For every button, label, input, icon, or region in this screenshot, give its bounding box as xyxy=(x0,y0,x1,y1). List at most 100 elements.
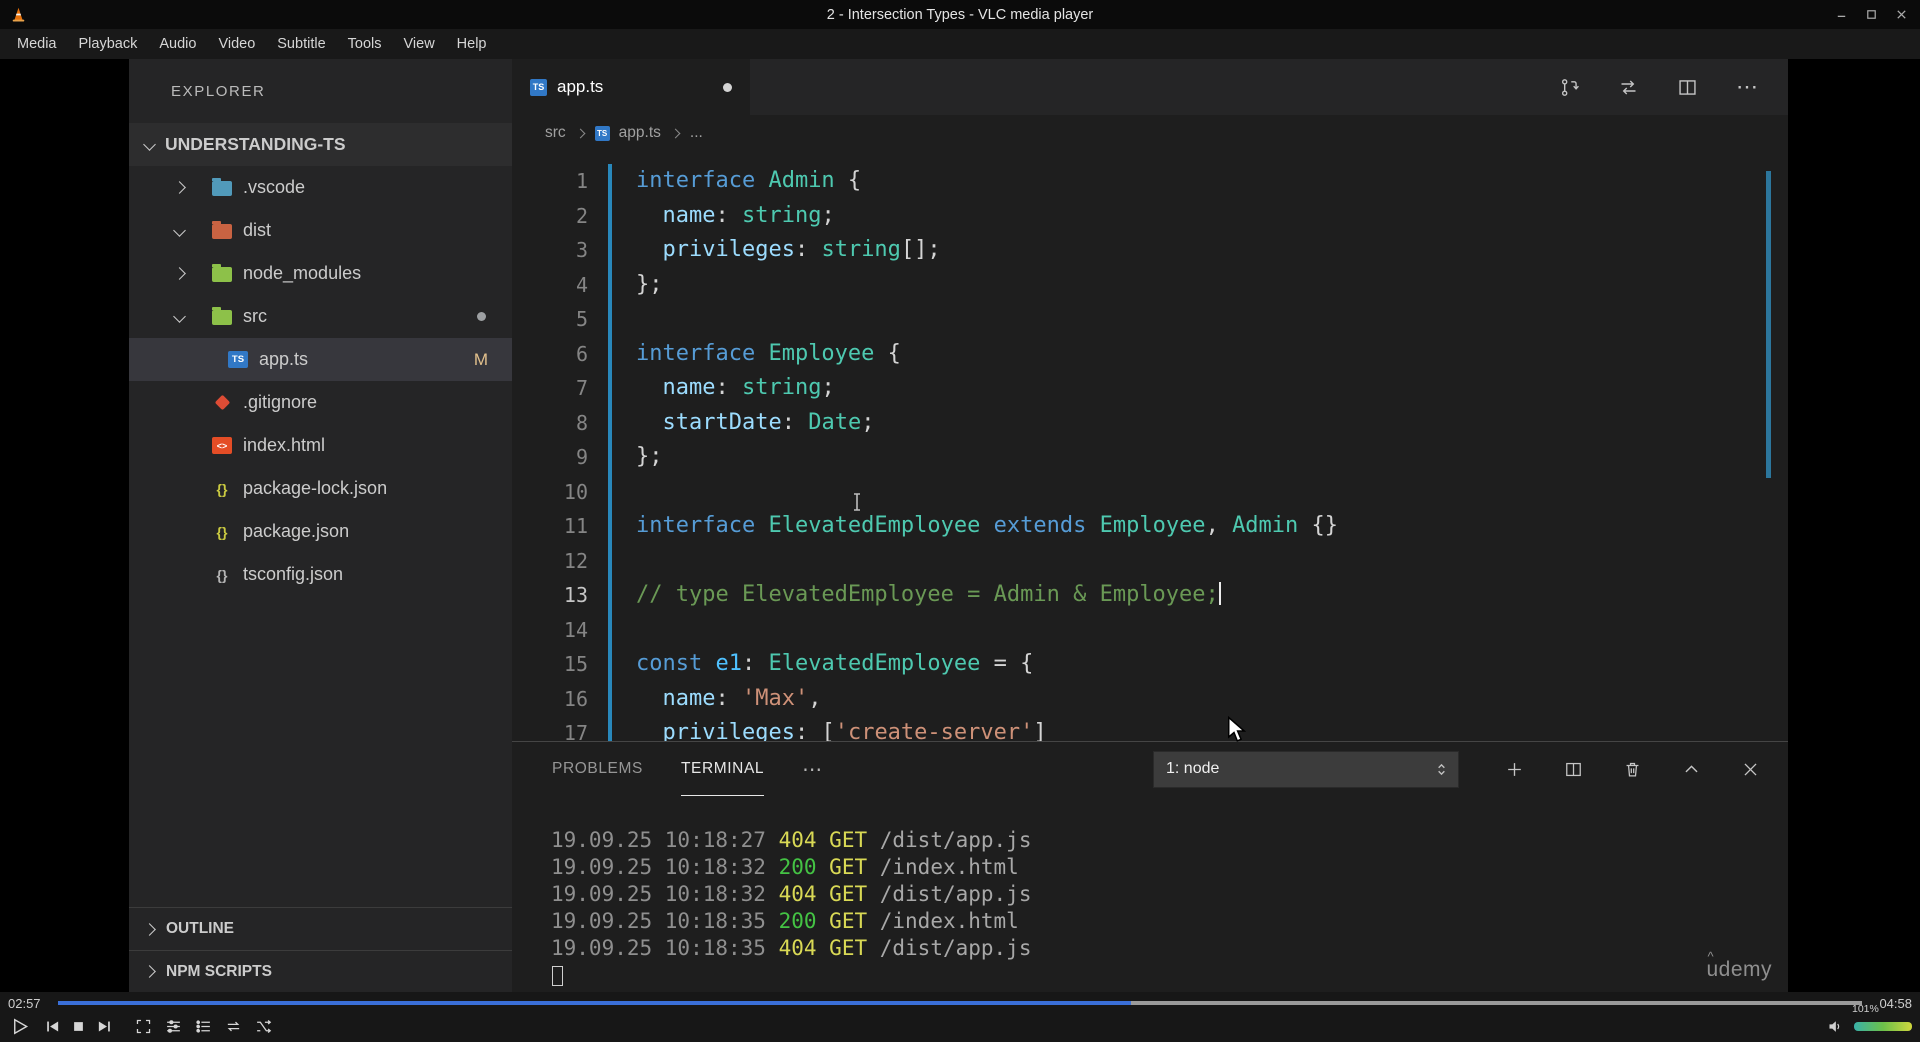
next-button[interactable] xyxy=(93,1015,116,1039)
code-text: name: string; xyxy=(662,202,835,228)
code-text: startDate: Date; xyxy=(662,409,875,435)
file-label: dist xyxy=(243,220,272,240)
json-icon: {} xyxy=(216,523,228,540)
transport-row: 101% xyxy=(0,1003,1920,1042)
code-line[interactable]: 2 name: string; xyxy=(512,198,1788,233)
tab-app-ts[interactable]: TS app.ts xyxy=(512,59,750,115)
file-label: package-lock.json xyxy=(243,478,388,498)
menu-view[interactable]: View xyxy=(393,29,446,59)
explorer-item-node_modules[interactable]: node_modules xyxy=(129,252,512,295)
stop-button[interactable] xyxy=(67,1015,90,1039)
section-outline[interactable]: OUTLINE xyxy=(129,907,512,950)
maximize-button[interactable] xyxy=(1862,6,1880,24)
new-terminal-button[interactable] xyxy=(1505,760,1524,779)
maximize-panel-button[interactable] xyxy=(1682,760,1701,779)
git-modified-badge: M xyxy=(473,349,488,369)
overview-ruler[interactable] xyxy=(1766,171,1771,478)
code-line[interactable]: 11 interface ElevatedEmployee extends Emp… xyxy=(512,509,1788,544)
loop-button[interactable] xyxy=(222,1015,245,1039)
code-line[interactable]: 15 const e1: ElevatedEmployee = { xyxy=(512,647,1788,682)
code-line[interactable]: 4}; xyxy=(512,267,1788,302)
code-text: // type ElevatedEmployee = Admin & Emplo… xyxy=(612,578,1222,613)
terminal-select[interactable]: 1: node xyxy=(1153,750,1459,788)
menu-subtitle[interactable]: Subtitle xyxy=(266,29,336,59)
explorer-root-folder[interactable]: UNDERSTANDING-TS xyxy=(129,123,512,166)
split-terminal-button[interactable] xyxy=(1564,760,1583,779)
menu-help[interactable]: Help xyxy=(446,29,498,59)
extended-settings-button[interactable] xyxy=(162,1015,185,1039)
explorer-tree: .vscode dist node_modulessrc TS app.ts M .giti… xyxy=(129,166,512,596)
close-button[interactable] xyxy=(1892,6,1910,24)
kill-terminal-button[interactable] xyxy=(1623,760,1642,779)
explorer-item-index.html[interactable]: <> index.html xyxy=(129,424,512,467)
tab-terminal[interactable]: TERMINAL xyxy=(680,742,765,796)
breadcrumb-folder[interactable]: src xyxy=(545,124,566,142)
menu-tools[interactable]: Tools xyxy=(337,29,393,59)
explorer-sidebar: EXPLORER UNDERSTANDING-TS .vscode dist nod… xyxy=(129,59,512,992)
file-label: node_modules xyxy=(243,263,362,283)
menu-playback[interactable]: Playback xyxy=(68,29,149,59)
chevron-right-icon xyxy=(670,128,681,138)
explorer-item-.vscode[interactable]: .vscode xyxy=(129,166,512,209)
explorer-item-tsconfig.json[interactable]: {} tsconfig.json xyxy=(129,553,512,596)
code-line[interactable]: 16 name: 'Max', xyxy=(512,681,1788,716)
code-line[interactable]: 8 startDate: Date; xyxy=(512,405,1788,440)
editor-actions: ⋯ xyxy=(1559,59,1788,115)
chevron-down-icon xyxy=(173,224,186,237)
code-line[interactable]: 1 interface Admin { xyxy=(512,164,1788,199)
unsaved-dot-icon[interactable] xyxy=(723,82,732,92)
json-icon: {} xyxy=(216,480,228,497)
terminal-output[interactable]: 19.09.25 10:18:27 404 GET /dist/app.js 19… xyxy=(512,796,1788,962)
code-line[interactable]: 10 xyxy=(512,474,1788,510)
tool-group xyxy=(132,1015,275,1039)
root-folder-label: UNDERSTANDING-TS xyxy=(165,134,346,154)
play-button[interactable] xyxy=(8,1015,31,1039)
minimize-button[interactable] xyxy=(1832,6,1850,24)
tab-problems[interactable]: PROBLEMS xyxy=(552,742,643,796)
code-line[interactable]: 13 // type ElevatedEmployee = Admin & Emp… xyxy=(512,578,1788,613)
explorer-item-package-lock.json[interactable]: {} package-lock.json xyxy=(129,467,512,510)
panel-more-icon[interactable]: ⋯ xyxy=(802,757,822,782)
menu-video[interactable]: Video xyxy=(207,29,266,59)
git-compare-icon[interactable] xyxy=(1559,77,1580,98)
code-line[interactable]: 3 privileges: string[]; xyxy=(512,233,1788,268)
speaker-icon[interactable] xyxy=(1824,1015,1847,1039)
code-line[interactable]: 14 xyxy=(512,612,1788,648)
code-text: name: string; xyxy=(662,375,835,400)
seek-bar[interactable] xyxy=(58,1001,1862,1005)
code-line[interactable]: 9}; xyxy=(512,440,1788,475)
code-line[interactable]: 12 xyxy=(512,543,1788,578)
previous-button[interactable] xyxy=(41,1015,64,1039)
explorer-item-app.ts[interactable]: TS app.ts M xyxy=(129,338,512,381)
updown-arrows-icon xyxy=(1438,763,1445,775)
line-number: 6 xyxy=(575,341,588,366)
breadcrumb-more[interactable]: ... xyxy=(690,124,703,142)
breadcrumb-file[interactable]: app.ts xyxy=(619,124,661,142)
split-editor-icon[interactable] xyxy=(1677,77,1698,98)
playlist-button[interactable] xyxy=(192,1015,215,1039)
code-line[interactable]: 6 interface Employee { xyxy=(512,336,1788,371)
chevron-down-icon xyxy=(173,310,186,323)
open-changes-icon[interactable] xyxy=(1618,77,1639,98)
more-actions-icon[interactable]: ⋯ xyxy=(1736,76,1760,98)
close-panel-button[interactable] xyxy=(1741,760,1760,779)
shuffle-button[interactable] xyxy=(252,1015,275,1039)
menu-media[interactable]: Media xyxy=(6,29,68,59)
explorer-item-src[interactable]: src xyxy=(129,295,512,338)
fullscreen-button[interactable] xyxy=(132,1015,155,1039)
chevron-slot xyxy=(173,267,212,280)
explorer-item-dist[interactable]: dist xyxy=(129,209,512,252)
explorer-item-.gitignore[interactable]: .gitignore xyxy=(129,381,512,424)
section-npm-scripts[interactable]: NPM SCRIPTS xyxy=(129,950,512,992)
video-area[interactable]: EXPLORER UNDERSTANDING-TS .vscode dist nod… xyxy=(0,59,1920,992)
code-line[interactable]: 7 name: string; xyxy=(512,371,1788,406)
chevron-right-icon xyxy=(575,128,586,138)
file-label: .vscode xyxy=(243,177,306,197)
volume-slider[interactable] xyxy=(1854,1022,1912,1031)
code-line[interactable]: 5 xyxy=(512,302,1788,337)
file-label: .gitignore xyxy=(243,392,318,412)
explorer-item-package.json[interactable]: {} package.json xyxy=(129,510,512,553)
menu-audio[interactable]: Audio xyxy=(148,29,207,59)
